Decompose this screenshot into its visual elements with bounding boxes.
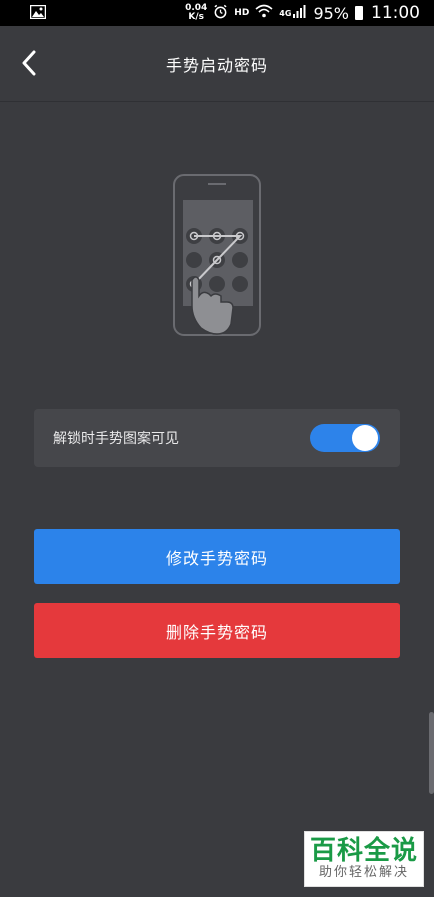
clock: 11:00 — [371, 3, 420, 23]
gesture-phone-illustration — [163, 168, 275, 350]
status-bar-left — [29, 4, 47, 23]
network-type: 4G — [279, 8, 292, 18]
chevron-left-icon — [22, 50, 36, 76]
status-bar-right: 0.04 K/s HD 4G 95% 11:00 — [185, 3, 420, 23]
toggle-knob — [352, 425, 378, 451]
page-title: 手势启动密码 — [165, 55, 268, 75]
hd-indicator: HD — [234, 8, 250, 18]
image-notification-icon — [29, 4, 47, 23]
battery-icon — [355, 6, 363, 20]
pattern-visible-toggle[interactable] — [310, 424, 380, 452]
watermark-sub-text: 助你轻松解决 — [318, 865, 409, 880]
pattern-visible-label: 解锁时手势图案可见 — [53, 431, 179, 447]
back-button[interactable] — [14, 48, 44, 78]
pattern-visible-setting-row: 解锁时手势图案可见 — [34, 409, 400, 467]
status-bar: 0.04 K/s HD 4G 95% 11:00 — [0, 0, 434, 26]
watermark-logo: 百科全说 助你轻松解决 — [304, 831, 424, 887]
delete-gesture-password-button[interactable]: 删除手势密码 — [34, 603, 400, 658]
scrollbar[interactable] — [429, 712, 434, 794]
app-header: 手势启动密码 — [0, 26, 434, 102]
watermark-main-text: 百科全说 — [309, 836, 418, 866]
network-speed: 0.04 K/s — [185, 4, 207, 22]
battery-percent: 95% — [313, 3, 349, 23]
alarm-icon — [213, 4, 228, 23]
phone-gesture-icon — [173, 174, 261, 336]
signal-icon — [293, 4, 307, 22]
network-speed-unit: K/s — [188, 12, 204, 22]
modify-gesture-password-button[interactable]: 修改手势密码 — [34, 529, 400, 584]
wifi-icon — [255, 4, 273, 22]
